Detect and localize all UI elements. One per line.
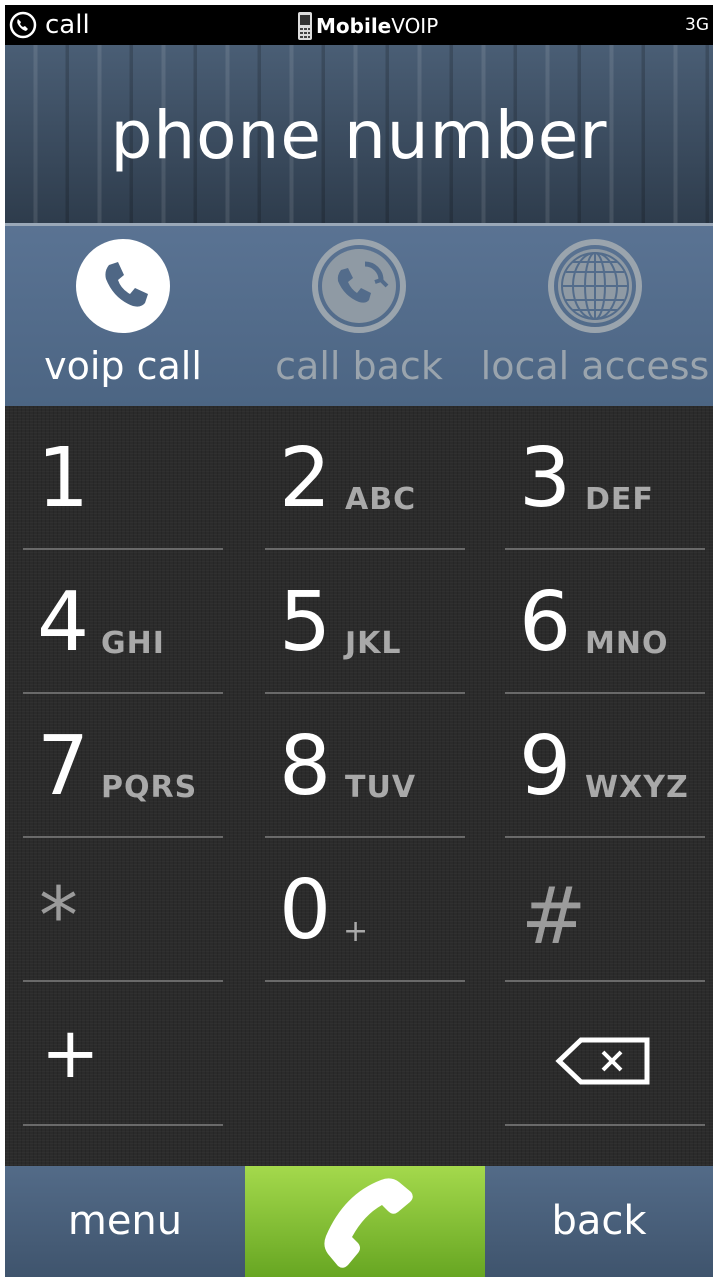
- key-0[interactable]: 0 +: [265, 838, 465, 982]
- bottom-bar: menu back: [5, 1166, 713, 1277]
- mode-label: local access: [480, 344, 710, 388]
- key-letters: PQRS: [101, 770, 198, 805]
- key-plus-symbol: +: [41, 1012, 100, 1094]
- phone-status-icon: [9, 11, 37, 39]
- key-digit: 8: [279, 719, 332, 814]
- key-plus[interactable]: +: [23, 982, 223, 1126]
- key-symbol: *: [39, 872, 78, 962]
- phone-handset-icon: [324, 1178, 413, 1268]
- backspace-icon: [555, 1037, 650, 1085]
- status-app: call: [9, 9, 90, 41]
- globe-icon: [548, 239, 642, 333]
- key-star[interactable]: *: [23, 838, 223, 982]
- key-letters: DEF: [585, 482, 654, 517]
- key-digit: 1: [37, 431, 90, 526]
- callback-icon: [312, 239, 406, 333]
- keypad: 1 2 ABC 3 DEF 4 GHI 5 JKL 6 MNO 7 PQRS 8: [5, 406, 713, 1168]
- network-indicator: 3G: [685, 15, 709, 35]
- key-letters: +: [343, 914, 370, 949]
- key-digit: 7: [37, 719, 90, 814]
- key-9[interactable]: 9 WXYZ: [505, 694, 705, 838]
- key-digit: 3: [519, 431, 572, 526]
- key-hash[interactable]: #: [505, 838, 705, 982]
- key-digit: 2: [279, 431, 332, 526]
- key-1[interactable]: 1: [23, 406, 223, 550]
- status-bar: call Mobile VOIP 3G: [5, 5, 713, 45]
- key-7[interactable]: 7 PQRS: [23, 694, 223, 838]
- key-letters: GHI: [101, 626, 165, 661]
- phone-icon: [76, 239, 170, 333]
- dialer-screen: call Mobile VOIP 3G phone number voip cal…: [5, 5, 713, 1277]
- key-letters: MNO: [585, 626, 669, 661]
- key-letters: JKL: [345, 626, 402, 661]
- key-letters: WXYZ: [585, 770, 689, 805]
- phone-number-display: phone number: [110, 97, 608, 174]
- backspace-button[interactable]: [505, 982, 705, 1126]
- mode-local-access[interactable]: local access: [477, 226, 713, 406]
- key-digit: 9: [519, 719, 572, 814]
- call-mode-bar: voip call call back local access: [5, 226, 713, 406]
- phone-number-header[interactable]: phone number: [5, 45, 713, 226]
- mobile-phone-icon: [298, 12, 312, 40]
- key-letters: TUV: [345, 770, 417, 805]
- key-digit: 6: [519, 575, 572, 670]
- back-button[interactable]: back: [485, 1166, 713, 1277]
- menu-button[interactable]: menu: [5, 1166, 245, 1277]
- key-2[interactable]: 2 ABC: [265, 406, 465, 550]
- key-digit: 0: [279, 863, 332, 958]
- mode-voip-call[interactable]: voip call: [5, 226, 241, 406]
- key-digit: 4: [37, 575, 90, 670]
- key-digit: 5: [279, 575, 332, 670]
- brand-logo: Mobile VOIP: [297, 9, 438, 43]
- key-6[interactable]: 6 MNO: [505, 550, 705, 694]
- mode-label: call back: [275, 344, 443, 388]
- key-5[interactable]: 5 JKL: [265, 550, 465, 694]
- key-4[interactable]: 4 GHI: [23, 550, 223, 694]
- brand-name-light: VOIP: [391, 14, 439, 38]
- key-3[interactable]: 3 DEF: [505, 406, 705, 550]
- key-letters: ABC: [345, 482, 417, 517]
- call-button[interactable]: [245, 1166, 485, 1277]
- key-8[interactable]: 8 TUV: [265, 694, 465, 838]
- brand-name-bold: Mobile: [316, 14, 392, 38]
- mode-label: voip call: [44, 344, 202, 388]
- mode-call-back[interactable]: call back: [241, 226, 477, 406]
- key-symbol: #: [521, 872, 587, 962]
- status-app-label: call: [45, 10, 90, 40]
